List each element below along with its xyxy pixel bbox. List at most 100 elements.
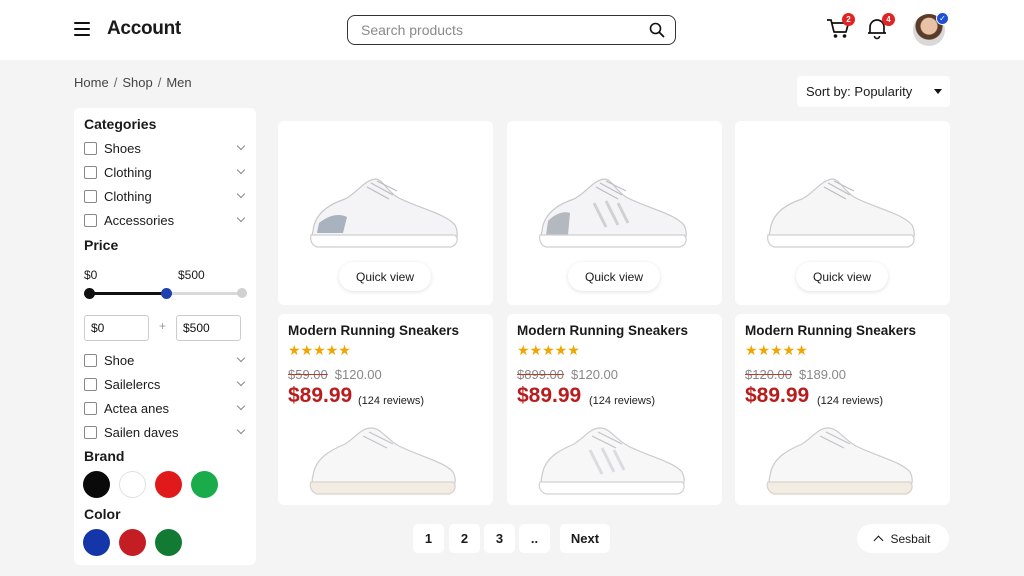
- product-name[interactable]: Modern Running Sneakers: [517, 323, 688, 338]
- sneaker-image: [538, 427, 685, 495]
- product-image-card[interactable]: Quick view: [278, 121, 493, 305]
- filter-label: Shoes: [104, 140, 141, 156]
- price-heading: Price: [84, 237, 119, 253]
- category-filter-accessories[interactable]: Accessories: [84, 211, 246, 229]
- search-bar[interactable]: [347, 15, 676, 45]
- filter-sailelercs[interactable]: Sailelercs: [84, 375, 246, 393]
- product-price: $89.99: [517, 384, 582, 407]
- chevron-down-icon[interactable]: [236, 353, 246, 363]
- brand-swatch-white[interactable]: [119, 471, 146, 498]
- color-heading: Color: [84, 506, 121, 522]
- filter-label: Accessories: [104, 212, 175, 228]
- cart-count-badge: 2: [842, 13, 855, 26]
- color-swatch-green[interactable]: [155, 529, 182, 556]
- cart-button[interactable]: 2: [825, 13, 855, 42]
- breadcrumb-home[interactable]: Home: [74, 75, 109, 90]
- brand-swatch-black[interactable]: [83, 471, 110, 498]
- sneaker-image: [309, 427, 456, 495]
- filter-label: Sailen daves: [104, 424, 179, 440]
- breadcrumb-current: Men: [166, 75, 192, 90]
- category-filter-shoes[interactable]: Shoes: [84, 139, 246, 157]
- page-3-button[interactable]: 3: [484, 524, 515, 553]
- checkbox[interactable]: [84, 377, 97, 391]
- scroll-top-button[interactable]: Sesbait: [857, 524, 949, 553]
- menu-icon[interactable]: [74, 22, 90, 36]
- old-prices: $120.00 $189.00: [745, 367, 846, 382]
- filter-sailen-daves[interactable]: Sailen daves: [84, 423, 246, 441]
- chevron-down-icon[interactable]: [236, 401, 246, 411]
- chevron-down-icon[interactable]: [236, 425, 246, 435]
- compare-price: $120.00: [571, 367, 618, 382]
- breadcrumb-shop[interactable]: Shop: [122, 75, 152, 90]
- star-rating: ★★★★★: [288, 342, 351, 358]
- page-2-button[interactable]: 2: [449, 524, 480, 553]
- chevron-down-icon[interactable]: [236, 141, 246, 151]
- sneaker-image: [766, 427, 913, 495]
- checkbox[interactable]: [84, 189, 97, 203]
- original-price: $120.00: [745, 367, 792, 382]
- category-filter-clothing[interactable]: Clothing: [84, 163, 246, 181]
- search-input[interactable]: [361, 22, 631, 38]
- filter-label: Sailelercs: [104, 376, 161, 392]
- checkbox[interactable]: [84, 401, 97, 415]
- color-swatch-blue[interactable]: [83, 529, 110, 556]
- filter-label: Clothing: [104, 188, 152, 204]
- price-max-label: $500: [178, 268, 205, 282]
- quick-view-button[interactable]: Quick view: [339, 262, 431, 291]
- sort-dropdown[interactable]: Sort by: Popularity: [797, 76, 950, 107]
- avatar[interactable]: ✓: [913, 12, 949, 46]
- price-range-slider[interactable]: [84, 288, 247, 299]
- price-track-end: [237, 288, 247, 298]
- filter-shoe[interactable]: Shoe: [84, 351, 246, 369]
- review-count[interactable]: (124 reviews): [589, 395, 655, 407]
- checkbox[interactable]: [84, 141, 97, 155]
- chevron-down-icon[interactable]: [236, 189, 246, 199]
- product-name[interactable]: Modern Running Sneakers: [745, 323, 916, 338]
- brand-swatch-red[interactable]: [155, 471, 182, 498]
- quick-view-button[interactable]: Quick view: [568, 262, 660, 291]
- price-min-input[interactable]: [84, 315, 149, 341]
- price-min-handle[interactable]: [84, 288, 95, 299]
- old-prices: $59.00 $120.00: [288, 367, 382, 382]
- category-filter-clothing-2[interactable]: Clothing: [84, 187, 246, 205]
- checkbox[interactable]: [84, 353, 97, 367]
- star-rating: ★★★★★: [745, 342, 808, 358]
- compare-price: $189.00: [799, 367, 846, 382]
- review-count[interactable]: (124 reviews): [817, 395, 883, 407]
- verified-check-icon: ✓: [936, 12, 949, 25]
- filter-actea-anes[interactable]: Actea anes: [84, 399, 246, 417]
- price-min-label: $0: [84, 268, 98, 282]
- next-page-button[interactable]: Next: [560, 524, 610, 553]
- checkbox[interactable]: [84, 165, 97, 179]
- price-max-input[interactable]: [176, 315, 241, 341]
- filter-sidebar: Categories Shoes Clothing Clothing Acces…: [74, 108, 256, 565]
- price-separator: +: [159, 319, 167, 333]
- chevron-down-icon[interactable]: [236, 377, 246, 387]
- product-image-card[interactable]: Quick view: [507, 121, 722, 305]
- product-card[interactable]: Modern Running Sneakers ★★★★★ $120.00 $18…: [735, 314, 950, 505]
- chevron-up-icon: [874, 535, 884, 546]
- quick-view-button[interactable]: Quick view: [796, 262, 888, 291]
- page-1-button[interactable]: 1: [413, 524, 444, 553]
- categories-heading: Categories: [84, 116, 157, 132]
- product-name[interactable]: Modern Running Sneakers: [288, 323, 459, 338]
- page-title: Account: [107, 18, 181, 39]
- checkbox[interactable]: [84, 213, 97, 227]
- original-price: $899.00: [517, 367, 564, 382]
- product-image-card[interactable]: Quick view: [735, 121, 950, 305]
- product-price: $89.99: [745, 384, 810, 407]
- sneaker-image: [539, 178, 687, 248]
- product-card[interactable]: Modern Running Sneakers ★★★★★ $899.00 $12…: [507, 314, 722, 505]
- sneaker-image: [767, 178, 915, 248]
- brand-swatch-green[interactable]: [191, 471, 218, 498]
- notifications-button[interactable]: 4: [865, 13, 895, 42]
- product-card[interactable]: Modern Running Sneakers ★★★★★ $59.00 $120…: [278, 314, 493, 505]
- chevron-down-icon[interactable]: [236, 165, 246, 175]
- checkbox[interactable]: [84, 425, 97, 439]
- review-count[interactable]: (124 reviews): [358, 395, 424, 407]
- search-icon[interactable]: [649, 22, 665, 38]
- price-max-handle[interactable]: [160, 288, 172, 299]
- color-swatch-red[interactable]: [119, 529, 146, 556]
- page-ellipsis[interactable]: ..: [519, 524, 550, 553]
- chevron-down-icon[interactable]: [236, 213, 246, 223]
